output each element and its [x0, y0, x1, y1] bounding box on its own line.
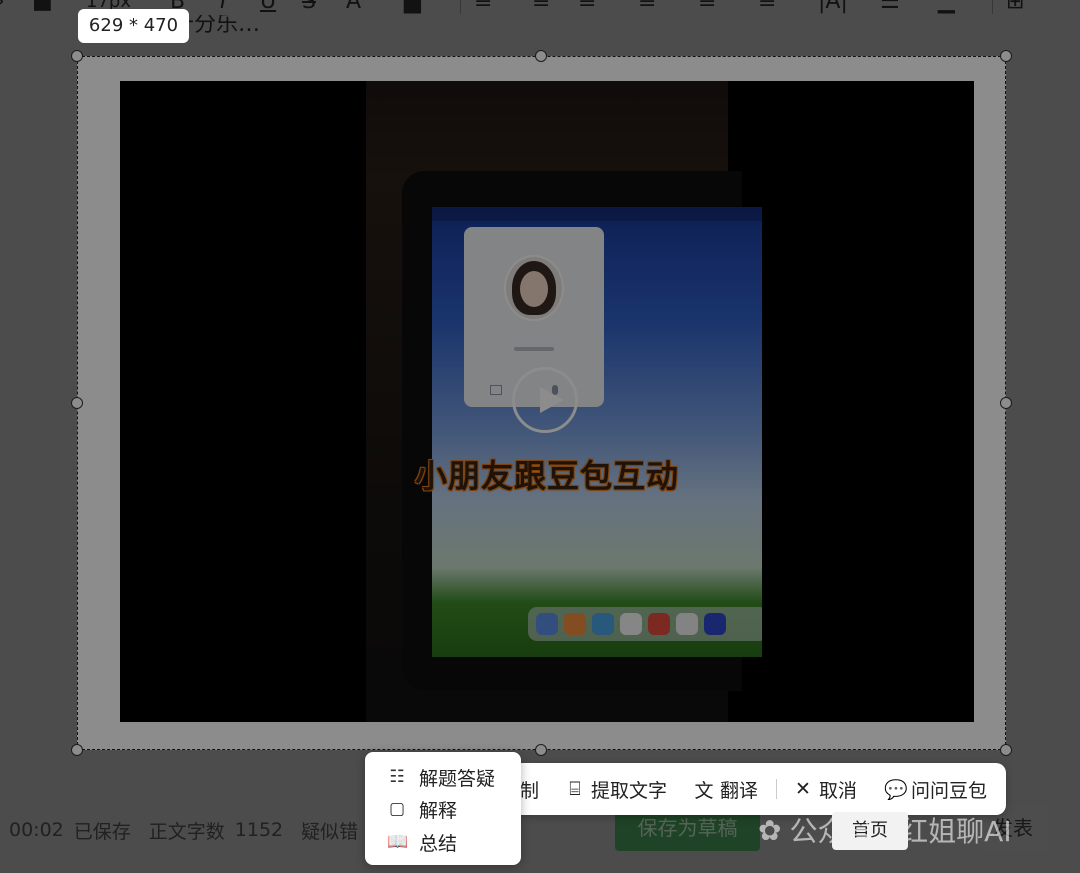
back-icon[interactable]: ›	[0, 0, 5, 13]
laptop-screen	[432, 207, 762, 657]
align-center-icon[interactable]: ≡	[532, 0, 550, 13]
underline-button[interactable]: U	[260, 0, 276, 13]
close-icon: ✕	[795, 778, 811, 800]
status-bar: 00:02 已保存 正文字数 1152 疑似错	[0, 815, 358, 845]
extract-text-label: 提取文字	[591, 779, 668, 802]
align-justify-icon[interactable]: ≡	[638, 0, 656, 13]
font-size-select[interactable]: 17px	[86, 0, 131, 11]
menu-item-answer[interactable]: ☷ 解题答疑	[365, 761, 521, 793]
menu-item-explain-label: 解释	[419, 799, 458, 822]
scan-text-icon: ⌸	[569, 778, 581, 800]
wechat-icon: ✿	[758, 813, 782, 847]
align-left-icon[interactable]: ≡	[474, 0, 492, 13]
align-right-icon[interactable]: ≡	[578, 0, 596, 13]
strikethrough-button[interactable]: S	[302, 0, 316, 13]
image-size-badge: 629 * 470	[78, 9, 189, 43]
bold-button[interactable]: B	[170, 0, 185, 13]
menu-item-summarize[interactable]: 📖 总结	[365, 826, 521, 858]
cancel-button[interactable]: ✕ 取消	[792, 763, 857, 815]
paragraph-icon[interactable]: ▁	[938, 0, 955, 13]
resize-handle-left[interactable]	[71, 397, 83, 409]
watermark-text: 公众号 · 红姐聊AI	[789, 815, 1012, 848]
italic-button[interactable]: I	[220, 0, 227, 13]
line-height-icon[interactable]: ≡	[698, 0, 716, 13]
translate-button[interactable]: 文 翻译	[693, 763, 758, 815]
suspect-typo-link[interactable]: 疑似错	[301, 817, 358, 844]
font-color-button[interactable]: A	[346, 0, 361, 13]
word-count-label: 正文字数	[148, 820, 225, 843]
book-icon: 📖	[387, 832, 409, 852]
keyboard-icon	[490, 385, 502, 395]
quote-icon[interactable]: ”	[1050, 0, 1061, 13]
translate-label: 翻译	[720, 779, 759, 802]
video-subtitle: 小朋友跟豆包互动	[414, 457, 679, 495]
translate-icon: 文	[694, 779, 714, 802]
question-answer-icon: ☷	[389, 767, 405, 787]
resize-handle-bottom-right[interactable]	[1000, 744, 1012, 756]
resize-handle-top-right[interactable]	[1000, 50, 1012, 62]
ask-doubao-label: 问问豆包	[911, 779, 988, 802]
chat-bubble-icon: 💬	[884, 778, 908, 801]
resize-handle-bottom-left[interactable]	[71, 744, 83, 756]
table-icon[interactable]: ⊞	[1006, 0, 1024, 13]
menu-item-answer-label: 解题答疑	[419, 767, 496, 790]
bookmark-icon[interactable]: ■	[32, 0, 53, 13]
laptop-image	[402, 171, 762, 691]
dock	[528, 607, 762, 641]
highlight-icon[interactable]: ▆	[404, 0, 421, 13]
resize-handle-top[interactable]	[535, 50, 547, 62]
menu-item-summarize-label: 总结	[419, 832, 458, 855]
image-action-bar: 制 ⌸ 提取文字 文 翻译 ✕ 取消 💬 问问豆包	[496, 763, 1006, 815]
ask-doubao-menu: ☷ 解题答疑 ▢ 解释 📖 总结	[365, 752, 521, 865]
copy-label-partial: 制	[520, 779, 540, 802]
resize-handle-top-left[interactable]	[71, 50, 83, 62]
menu-item-explain[interactable]: ▢ 解释	[365, 793, 521, 825]
resize-handle-bottom[interactable]	[535, 744, 547, 756]
word-count: 1152	[234, 819, 284, 841]
letter-spacing-icon[interactable]: |A|	[818, 0, 848, 13]
list-icon[interactable]: ☰	[880, 0, 900, 13]
cancel-label: 取消	[819, 779, 858, 802]
explain-icon: ▢	[388, 799, 406, 819]
extract-text-button[interactable]: ⌸ 提取文字	[564, 763, 667, 815]
copy-button[interactable]: 制	[520, 763, 539, 815]
watermark: ✿ 公众号 · 红姐聊AI	[758, 810, 1012, 850]
indent-icon[interactable]: ≡	[758, 0, 776, 13]
resize-handle-right[interactable]	[1000, 397, 1012, 409]
save-time: 00:02	[9, 819, 64, 841]
divider	[776, 779, 777, 799]
avatar	[504, 255, 564, 321]
play-icon[interactable]	[512, 367, 578, 433]
ask-doubao-button[interactable]: 💬 问问豆包	[884, 763, 987, 815]
save-status: 已保存	[73, 820, 131, 843]
